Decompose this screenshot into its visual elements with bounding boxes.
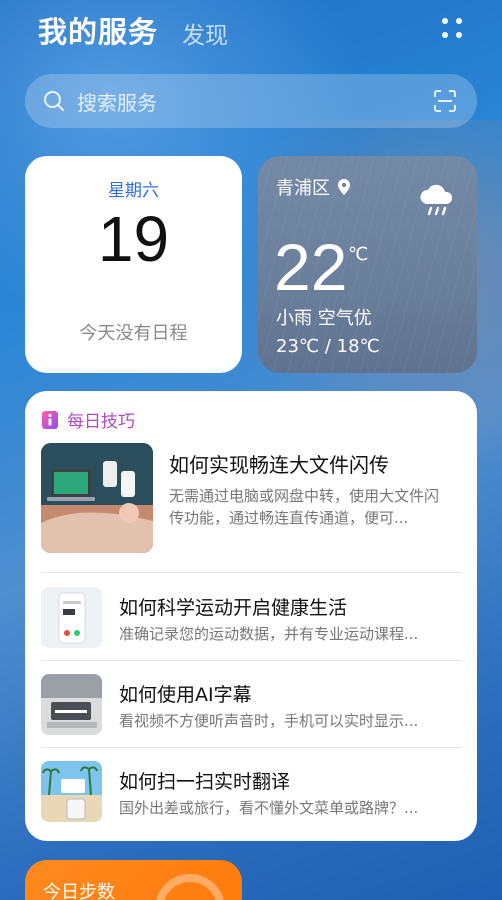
tip-subtitle: 看视频不方便听声音时，手机可以实时显示... <box>119 712 419 730</box>
divider <box>41 572 461 573</box>
more-icon[interactable] <box>440 14 466 40</box>
steps-card[interactable]: 今日步数 <box>25 860 242 900</box>
tip-title: 如何使用AI字幕 <box>119 684 252 706</box>
search-icon <box>44 91 64 111</box>
date-card[interactable]: 星期六 19 今天没有日程 <box>25 156 242 373</box>
location-label: 青浦区 <box>276 178 330 199</box>
divider <box>41 747 461 748</box>
tip-image-ai-subtitles <box>41 674 102 735</box>
weather-location: 青浦区 <box>276 174 352 200</box>
temperature-range: 23℃ / 18℃ <box>276 336 380 357</box>
day-number: 19 <box>97 203 170 275</box>
tips-title: 每日技巧 <box>67 412 135 432</box>
tip-item-ai-subtitles[interactable]: 如何使用AI字幕 看视频不方便听声音时，手机可以实时显示... <box>41 674 461 738</box>
tips-book-icon <box>42 410 58 429</box>
weather-description: 小雨 空气优 <box>276 308 372 329</box>
header: 我的服务 发现 <box>38 8 478 52</box>
temperature-unit: ℃ <box>348 244 369 265</box>
page-title[interactable]: 我的服务 <box>38 9 158 51</box>
featured-tip[interactable]: 如何实现畅连大文件闪传 无需通过电脑或网盘中转，使用大文件闪传功能，通过畅连直传… <box>41 443 461 555</box>
tip-image-scan-translate <box>41 761 102 822</box>
scan-icon[interactable] <box>433 89 457 113</box>
featured-tip-subtitle: 无需通过电脑或网盘中转，使用大文件闪传功能，通过畅连直传通道，便可... <box>169 487 440 527</box>
weather-card[interactable]: 青浦区 22 ℃ 小雨 空气优 23℃ / 18℃ <box>258 156 477 373</box>
tip-image-sports <box>41 587 102 648</box>
schedule-status: 今天没有日程 <box>79 323 188 344</box>
location-pin-icon <box>338 179 350 195</box>
divider <box>41 660 461 661</box>
tip-subtitle: 准确记录您的运动数据，并有专业运动课程... <box>119 625 419 643</box>
search-input[interactable]: 搜索服务 <box>77 87 157 116</box>
featured-tip-image <box>41 443 153 553</box>
tip-title: 如何扫一扫实时翻译 <box>119 771 291 793</box>
tip-item-scan-translate[interactable]: 如何扫一扫实时翻译 国外出差或旅行，看不懂外文菜单或路牌？... <box>41 761 461 825</box>
steps-progress-ring <box>155 874 225 900</box>
temperature: 22 <box>274 230 348 304</box>
featured-tip-title: 如何实现畅连大文件闪传 <box>169 453 389 477</box>
search-bar[interactable]: 搜索服务 <box>25 74 477 128</box>
tab-discover[interactable]: 发现 <box>182 16 228 50</box>
rain-cloud-icon <box>420 184 453 216</box>
steps-label: 今日步数 <box>43 882 115 900</box>
daily-tips-card: 每日技巧 如何实现畅连大文件闪传 无需通过电脑或网盘中转，使用大文件闪传功能，通… <box>25 391 477 841</box>
tip-item-sports[interactable]: 如何科学运动开启健康生活 准确记录您的运动数据，并有专业运动课程... <box>41 587 461 651</box>
tip-subtitle: 国外出差或旅行，看不懂外文菜单或路牌？... <box>119 799 419 817</box>
tip-title: 如何科学运动开启健康生活 <box>119 597 348 619</box>
tips-header: 每日技巧 <box>41 407 135 432</box>
weekday-label: 星期六 <box>108 181 159 201</box>
